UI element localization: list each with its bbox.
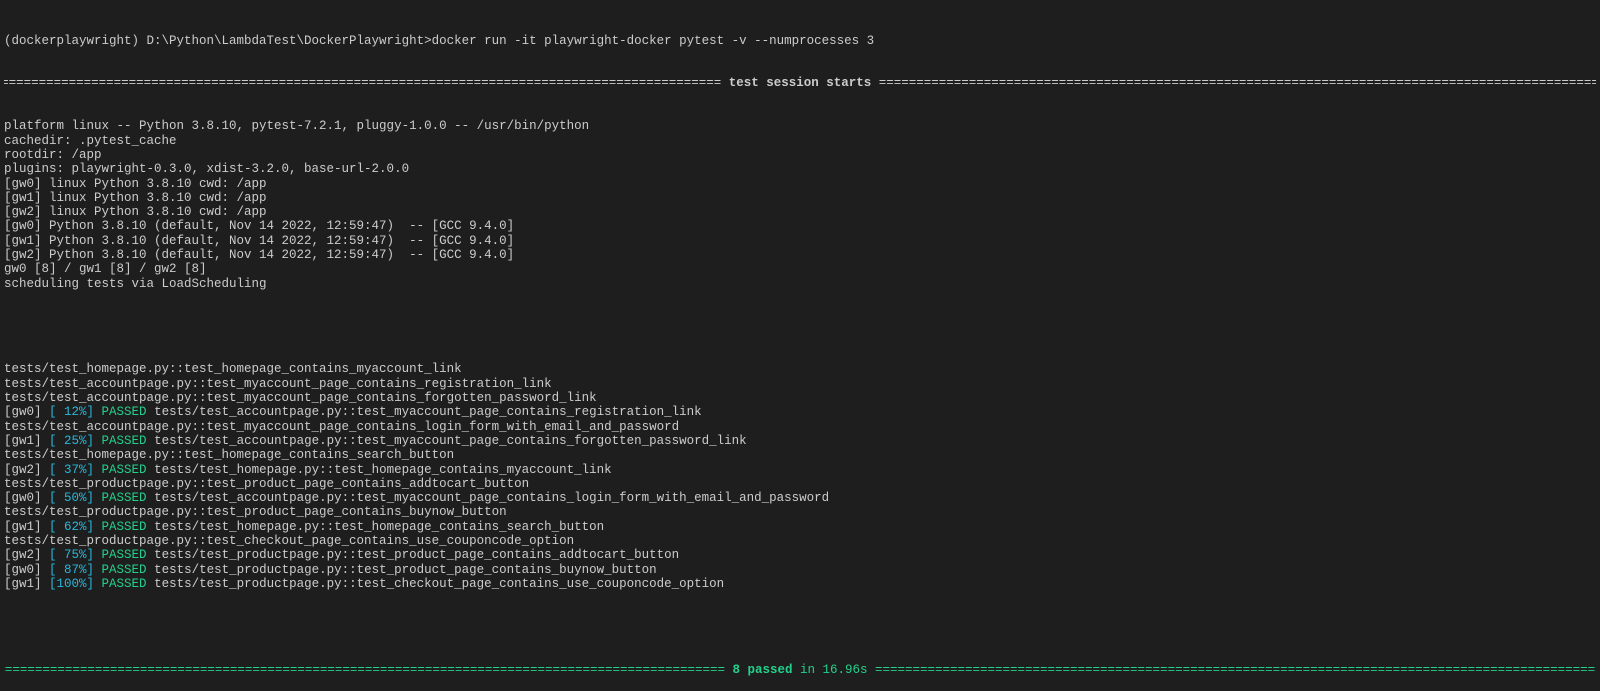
test-result-line: [gw2] [ 75%] PASSED tests/test_productpa… <box>4 548 1596 562</box>
info-line: [gw2] Python 3.8.10 (default, Nov 14 202… <box>4 248 515 263</box>
test-name: tests/test_accountpage.py::test_myaccoun… <box>4 419 680 434</box>
worker-id: [gw2] <box>4 548 50 563</box>
info-line: plugins: playwright-0.3.0, xdist-3.2.0, … <box>4 162 410 177</box>
test-name: tests/test_accountpage.py::test_myaccoun… <box>4 391 597 406</box>
info-line: [gw1] linux Python 3.8.10 cwd: /app <box>4 190 267 205</box>
info-line: [gw0] linux Python 3.8.10 cwd: /app <box>4 176 267 191</box>
test-collected-line: tests/test_homepage.py::test_homepage_co… <box>4 362 1596 376</box>
separator-fill: ========================================… <box>4 662 725 677</box>
summary: 8 passed in 16.96s <box>725 663 875 677</box>
test-collected-line: tests/test_productpage.py::test_product_… <box>4 505 1596 519</box>
test-name: tests/test_productpage.py::test_product_… <box>4 505 507 520</box>
command-line: (dockerplaywright) D:\Python\LambdaTest\… <box>4 33 875 48</box>
test-result-line: [gw0] [ 12%] PASSED tests/test_accountpa… <box>4 405 1596 419</box>
worker-id: [gw2] <box>4 462 50 477</box>
test-name: tests/test_productpage.py::test_product_… <box>4 476 530 491</box>
status-passed: PASSED <box>101 548 147 563</box>
test-results: tests/test_homepage.py::test_homepage_co… <box>4 362 1596 591</box>
test-name: tests/test_productpage.py::test_product_… <box>154 562 657 577</box>
status-passed: PASSED <box>101 462 147 477</box>
session-header: test session starts <box>728 76 872 91</box>
progress-percent: [ 37%] <box>49 462 95 477</box>
progress-percent: [ 75%] <box>49 548 95 563</box>
separator-fill: ========================================… <box>878 76 1596 91</box>
info-line: gw0 [8] / gw1 [8] / gw2 [8] <box>4 262 207 277</box>
test-name: tests/test_accountpage.py::test_myaccoun… <box>154 405 702 420</box>
info-line: cachedir: .pytest_cache <box>4 133 177 148</box>
worker-id: [gw0] <box>4 562 50 577</box>
info-line: [gw2] linux Python 3.8.10 cwd: /app <box>4 205 267 220</box>
status-passed: PASSED <box>101 562 147 577</box>
test-collected-line: tests/test_accountpage.py::test_myaccoun… <box>4 420 1596 434</box>
worker-id: [gw1] <box>4 433 50 448</box>
test-name: tests/test_productpage.py::test_checkout… <box>4 533 575 548</box>
test-name: tests/test_homepage.py::test_homepage_co… <box>154 462 612 477</box>
test-result-line: [gw1] [100%] PASSED tests/test_productpa… <box>4 577 1596 591</box>
info-line: scheduling tests via LoadScheduling <box>4 276 267 291</box>
status-passed: PASSED <box>101 405 147 420</box>
info-line: [gw0] Python 3.8.10 (default, Nov 14 202… <box>4 219 515 234</box>
info-line: [gw1] Python 3.8.10 (default, Nov 14 202… <box>4 233 515 248</box>
separator-fill: ========================================… <box>875 662 1596 677</box>
progress-percent: [ 12%] <box>49 405 95 420</box>
test-result-line: [gw1] [ 25%] PASSED tests/test_accountpa… <box>4 434 1596 448</box>
info-line: platform linux -- Python 3.8.10, pytest-… <box>4 119 590 134</box>
terminal-output[interactable]: (dockerplaywright) D:\Python\LambdaTest\… <box>0 0 1600 691</box>
test-name: tests/test_homepage.py::test_homepage_co… <box>4 362 462 377</box>
test-collected-line: tests/test_homepage.py::test_homepage_co… <box>4 448 1596 462</box>
test-result-line: [gw0] [ 50%] PASSED tests/test_accountpa… <box>4 491 1596 505</box>
test-collected-line: tests/test_productpage.py::test_checkout… <box>4 534 1596 548</box>
test-collected-line: tests/test_accountpage.py::test_myaccoun… <box>4 377 1596 391</box>
test-result-line: [gw1] [ 62%] PASSED tests/test_homepage.… <box>4 520 1596 534</box>
progress-percent: [ 62%] <box>49 519 95 534</box>
progress-percent: [100%] <box>49 576 95 591</box>
session-info: platform linux -- Python 3.8.10, pytest-… <box>4 119 1596 291</box>
test-name: tests/test_homepage.py::test_homepage_co… <box>4 448 455 463</box>
progress-percent: [ 25%] <box>49 433 95 448</box>
test-name: tests/test_accountpage.py::test_myaccoun… <box>154 433 747 448</box>
test-collected-line: tests/test_accountpage.py::test_myaccoun… <box>4 391 1596 405</box>
test-result-line: [gw2] [ 37%] PASSED tests/test_homepage.… <box>4 463 1596 477</box>
worker-id: [gw0] <box>4 405 50 420</box>
test-name: tests/test_homepage.py::test_homepage_co… <box>154 519 605 534</box>
session-start-separator: ========================================… <box>4 76 1596 90</box>
status-passed: PASSED <box>101 433 147 448</box>
passed-count: 8 passed <box>732 662 793 677</box>
worker-id: [gw1] <box>4 519 50 534</box>
test-result-line: [gw0] [ 87%] PASSED tests/test_productpa… <box>4 563 1596 577</box>
test-collected-line: tests/test_productpage.py::test_product_… <box>4 477 1596 491</box>
test-name: tests/test_accountpage.py::test_myaccoun… <box>4 376 552 391</box>
status-passed: PASSED <box>101 576 147 591</box>
duration: in 16.96s <box>792 662 868 677</box>
info-line: rootdir: /app <box>4 147 102 162</box>
status-passed: PASSED <box>101 519 147 534</box>
progress-percent: [ 87%] <box>49 562 95 577</box>
test-name: tests/test_productpage.py::test_product_… <box>154 548 680 563</box>
separator-fill: ========================================… <box>4 76 722 91</box>
test-name: tests/test_productpage.py::test_checkout… <box>154 576 725 591</box>
summary-separator: ========================================… <box>4 663 1596 677</box>
worker-id: [gw1] <box>4 576 50 591</box>
